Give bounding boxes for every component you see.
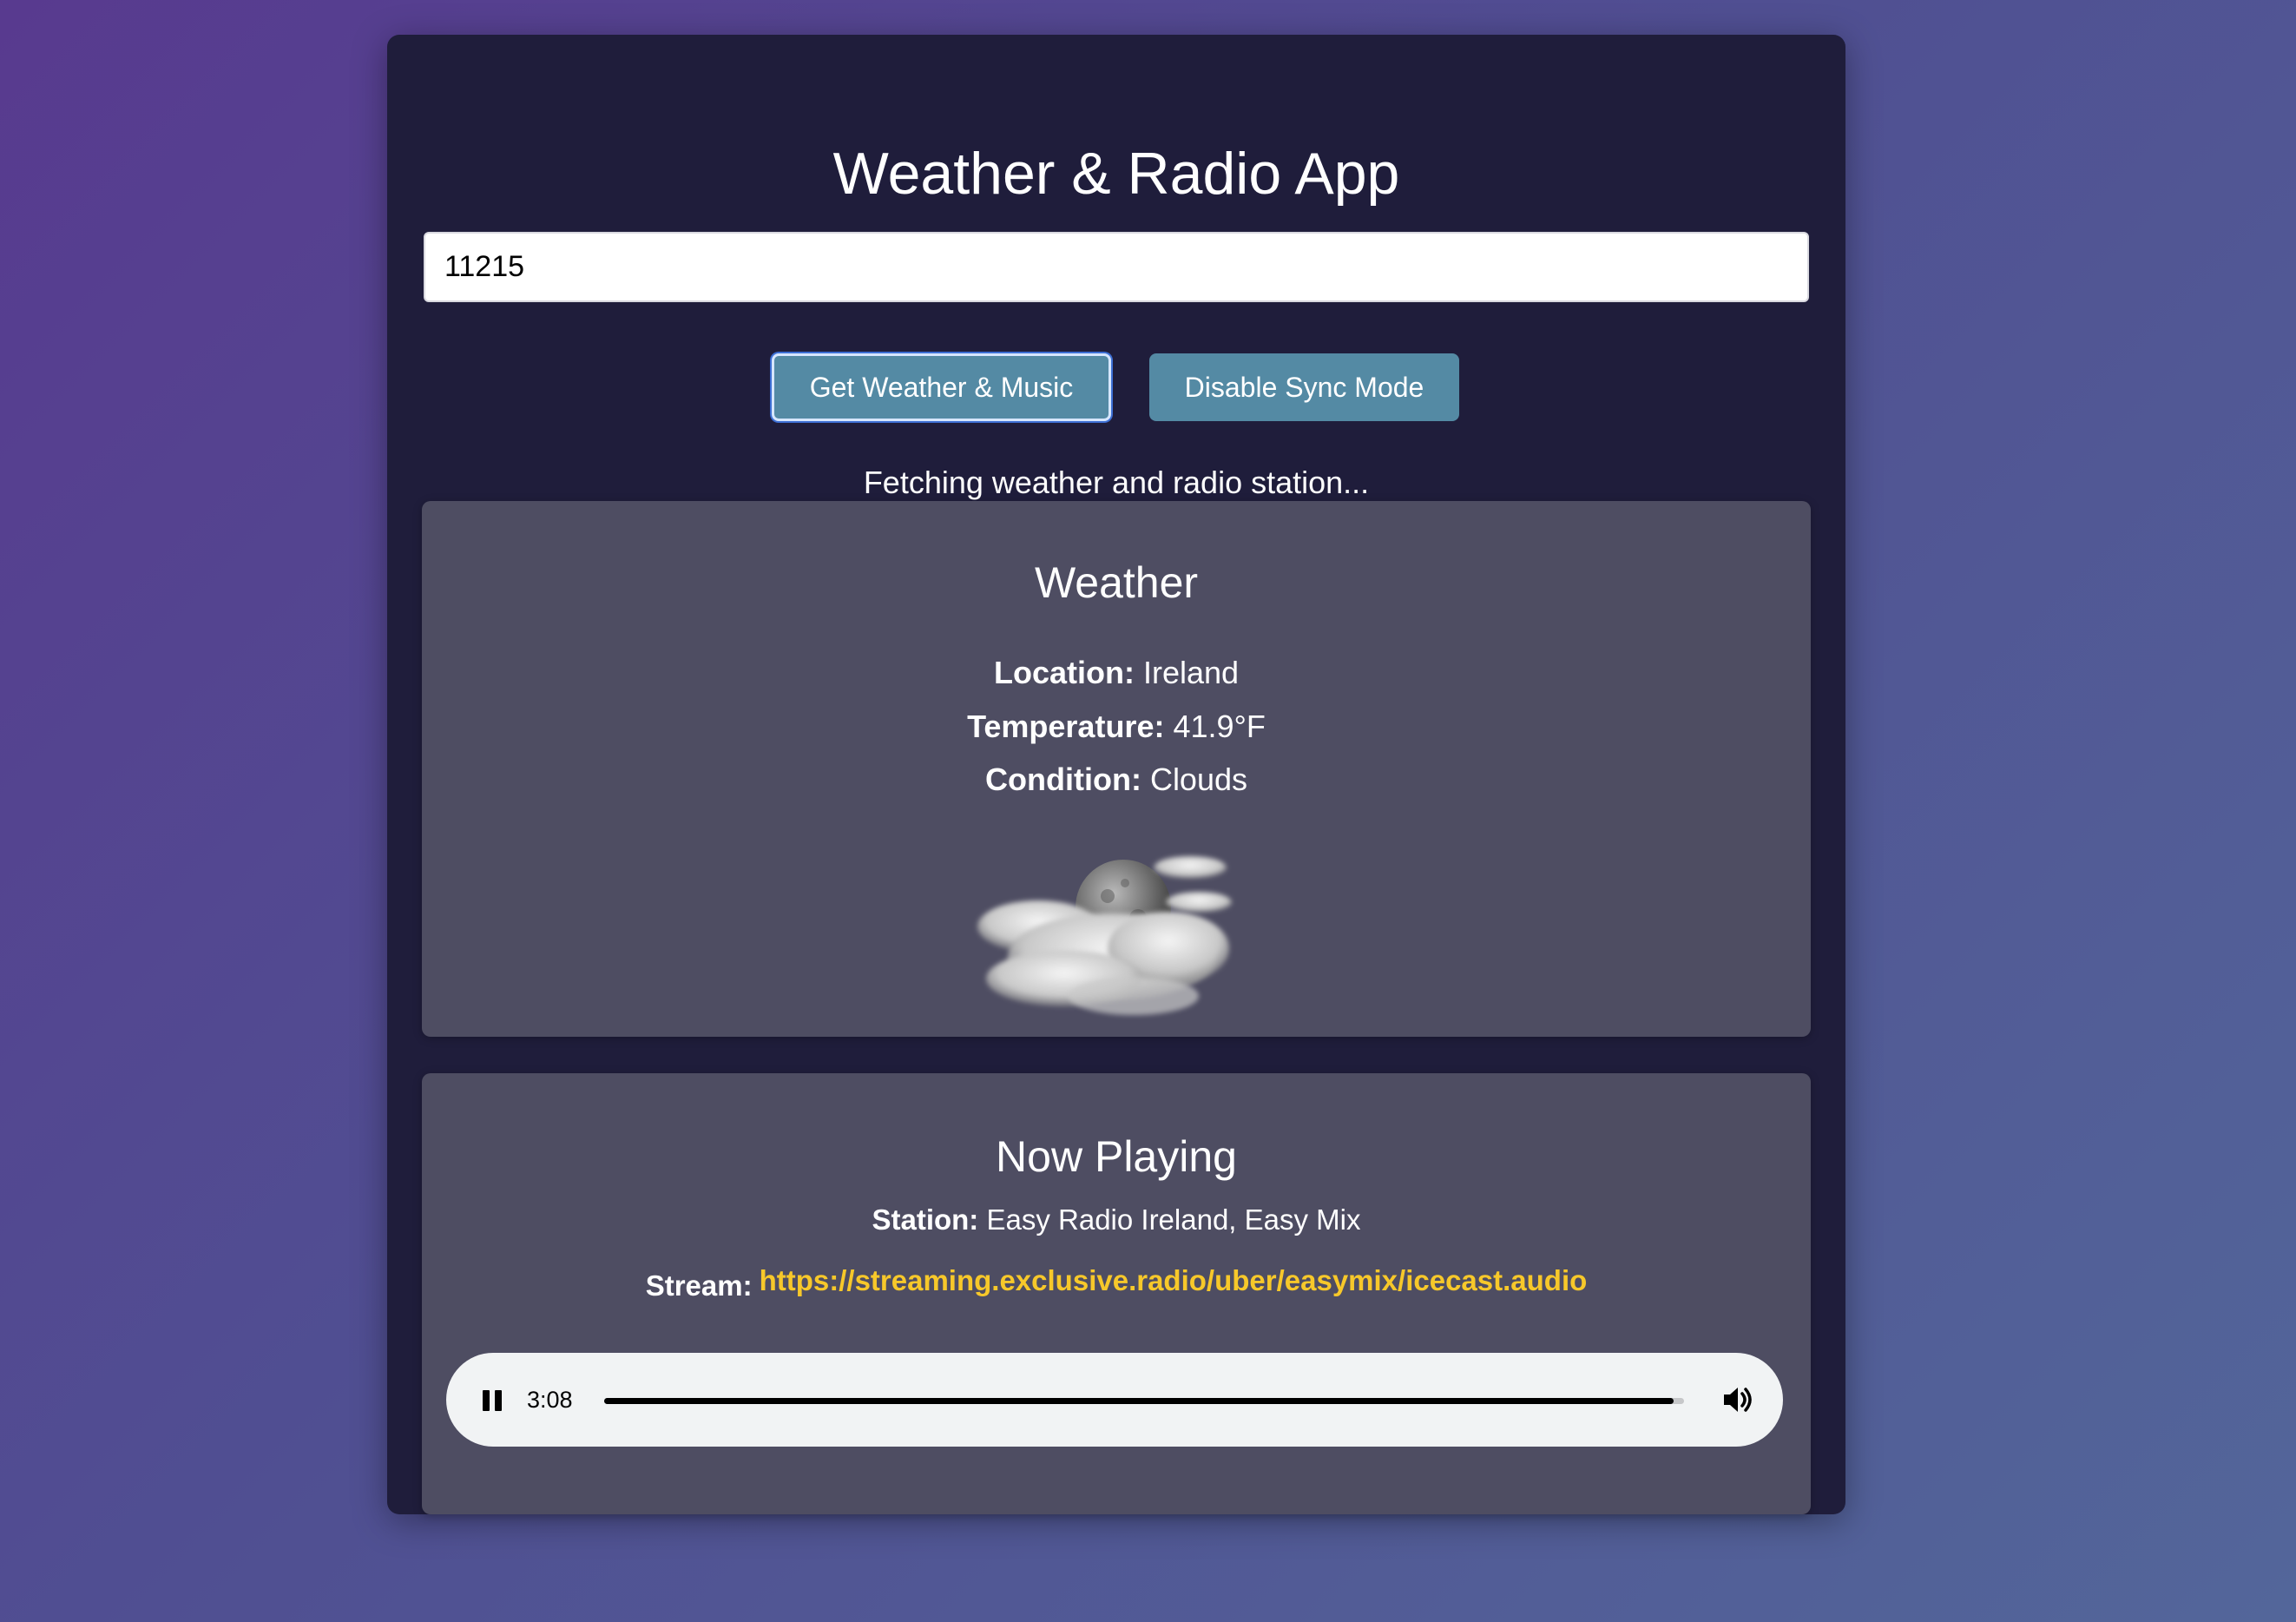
weather-location: Location: Ireland	[422, 654, 1811, 692]
condition-label: Condition:	[985, 762, 1141, 797]
zip-code-input[interactable]	[424, 232, 1809, 302]
current-time: 3:08	[527, 1387, 573, 1413]
stream-label: Stream:	[645, 1269, 753, 1302]
pause-icon-bar-right	[495, 1390, 502, 1411]
weather-card: Weather Location: Ireland Temperature: 4…	[422, 501, 1811, 1037]
temperature-value: 41.9°F	[1164, 709, 1266, 744]
app-container: Weather & Radio App Get Weather & Music …	[387, 35, 1845, 1514]
temperature-label: Temperature:	[967, 709, 1165, 744]
location-value: Ireland	[1134, 655, 1240, 690]
condition-value: Clouds	[1141, 762, 1247, 797]
pause-button[interactable]	[479, 1386, 507, 1414]
station-label: Station:	[872, 1203, 979, 1236]
status-message: Fetching weather and radio station...	[863, 465, 1370, 500]
now-playing-heading: Now Playing	[996, 1132, 1237, 1181]
weather-condition: Condition: Clouds	[422, 761, 1811, 799]
night-clouds-moon-icon	[977, 856, 1232, 1015]
seek-bar[interactable]	[604, 1398, 1684, 1404]
audio-player: 3:08	[446, 1353, 1783, 1447]
pause-icon-bar-left	[483, 1390, 490, 1411]
weather-heading: Weather	[1034, 558, 1199, 607]
weather-temperature: Temperature: 41.9°F	[422, 708, 1811, 746]
stream-line: Stream: https://streaming.exclusive.radio…	[422, 1264, 1811, 1305]
app-title: Weather & Radio App	[832, 141, 1400, 207]
seek-bar-progress	[604, 1398, 1674, 1404]
volume-icon[interactable]	[1720, 1383, 1755, 1416]
location-label: Location:	[993, 655, 1135, 690]
now-playing-card: Now Playing Station: Easy Radio Ireland,…	[422, 1073, 1811, 1514]
station-value: Easy Radio Ireland, Easy Mix	[978, 1203, 1361, 1236]
station-line: Station: Easy Radio Ireland, Easy Mix	[422, 1201, 1811, 1239]
disable-sync-mode-button[interactable]: Disable Sync Mode	[1149, 353, 1459, 421]
get-weather-music-button[interactable]: Get Weather & Music	[772, 353, 1111, 421]
stream-url-link[interactable]: https://streaming.exclusive.radio/uber/e…	[760, 1264, 1588, 1296]
